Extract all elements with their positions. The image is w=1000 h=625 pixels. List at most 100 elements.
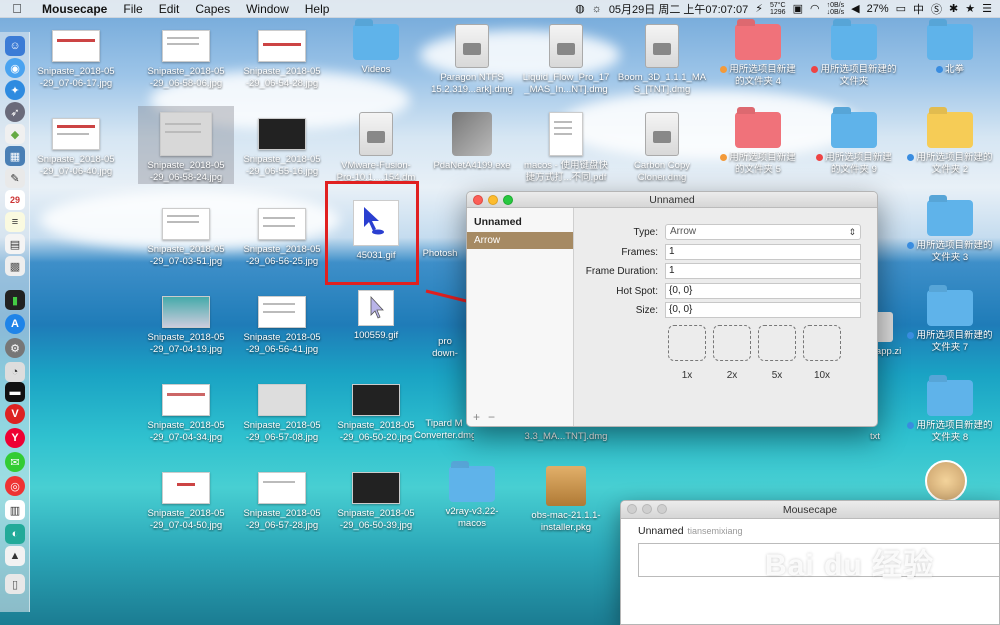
type-select[interactable]: Arrow ⇕ — [665, 224, 861, 240]
desktop-file[interactable]: 3.3_MA...TNT].dmg — [518, 427, 614, 443]
desktop-file[interactable]: Snipaste_2018-05 -29_07-04-50.jpg — [138, 472, 234, 532]
zoom-button[interactable] — [503, 195, 513, 205]
desktop-file[interactable]: Snipaste_2018-05 -29_06-56-25.jpg — [234, 208, 330, 268]
clock[interactable]: 05月29日 周二 上午07:07:07 — [609, 1, 748, 17]
desktop-file[interactable]: Liquid_Flow_Pro_17 _MAS_In...NT].dmg — [518, 24, 614, 96]
desktop-file[interactable]: Snipaste_2018-05 -29_07-03-51.jpg — [138, 208, 234, 268]
avatar-icon[interactable] — [925, 460, 967, 502]
desktop-file[interactable]: Snipaste_2018-05 -29_06-57-08.jpg — [234, 384, 330, 444]
photos-icon[interactable]: ▩ — [5, 256, 25, 276]
app-icon[interactable]: ◐ — [5, 524, 25, 544]
weibo-icon[interactable]: ◎ — [5, 476, 25, 496]
downloads-icon[interactable]: ▲ — [5, 546, 25, 566]
finder-icon[interactable]: ☺ — [5, 36, 25, 56]
desktop-file[interactable]: Snipaste_2018-05 -29_07-06-17.jpg — [28, 30, 124, 90]
trash-icon[interactable]: ▯ — [5, 574, 25, 594]
bolt-icon[interactable]: ⚡ — [755, 2, 763, 15]
calendar-icon[interactable]: 29 — [5, 190, 25, 210]
document-icon[interactable]: ▤ — [5, 234, 25, 254]
brightness-icon[interactable]: ☼ — [592, 3, 602, 15]
zoom-button[interactable] — [657, 504, 667, 514]
desktop-file[interactable]: Paragon NTFS 15.2.319...ark].dmg — [424, 24, 520, 96]
menu-file[interactable]: File — [115, 2, 150, 16]
frame-duration-field[interactable]: 1 — [665, 263, 861, 279]
menu-capes[interactable]: Capes — [187, 2, 238, 16]
notes-icon[interactable]: ✎ — [5, 168, 25, 188]
safari-icon[interactable]: ✦ — [5, 80, 25, 100]
desktop-folder[interactable]: 用所选项目新建的 文件夹 2 — [902, 112, 998, 176]
menu-app-name[interactable]: Mousecape — [34, 2, 115, 16]
wifi-icon[interactable]: ◠ — [810, 2, 820, 15]
desktop-folder[interactable]: 用所选项目新建的 文件夹 8 — [902, 380, 998, 444]
window-titlebar[interactable]: Mousecape — [621, 501, 999, 519]
desktop-file[interactable]: Snipaste_2018-05 -29_06-57-28.jpg — [234, 472, 330, 532]
star-icon[interactable]: ★ — [965, 2, 975, 15]
yandex-icon[interactable]: Y — [5, 428, 25, 448]
minimize-button[interactable] — [488, 195, 498, 205]
image-well-1x[interactable] — [668, 325, 706, 361]
cpu-stats[interactable]: 57°C 1296 — [770, 2, 786, 16]
wechat-icon[interactable]: ✉ — [5, 452, 25, 472]
list-icon[interactable]: ☰ — [982, 2, 992, 15]
desktop-folder[interactable]: 用所选项目新建的 文件夹 3 — [902, 200, 998, 264]
launchpad-icon[interactable]: ➶ — [5, 102, 25, 122]
desktop-file[interactable]: Snipaste_2018-05 -29_07-04-19.jpg — [138, 296, 234, 356]
message-icon[interactable]: ▣ — [793, 2, 803, 15]
desktop-file[interactable]: Snipaste_2018-05 -29_06-55-16.jpg — [234, 118, 330, 178]
desktop-folder[interactable]: 用所选项目新建 的文件夹 9 — [806, 112, 902, 176]
desktop-file[interactable]: Snipaste_2018-05 -29_06-58-06.jpg — [138, 30, 234, 90]
globe-icon[interactable]: ◍ — [575, 2, 585, 15]
battery-icon[interactable]: ▭ — [896, 2, 906, 15]
desktop-file[interactable]: Carbon Copy Cloner.dmg — [614, 112, 710, 184]
window-titlebar[interactable]: Unnamed — [467, 192, 877, 208]
android-icon[interactable]: ◆ — [5, 124, 25, 144]
desktop-folder[interactable]: 用所选项目新建的 文件夹 — [806, 24, 902, 88]
vivaldi-icon[interactable]: V — [5, 404, 25, 424]
desktop-file[interactable]: Snipaste_2018-05 -29_06-56-41.jpg — [234, 296, 330, 356]
desktop-folder[interactable]: 北拳 — [902, 24, 998, 76]
desktop-file-selected[interactable]: Snipaste_2018-05 -29_06-58-24.jpg — [138, 106, 234, 184]
image-well-5x[interactable] — [758, 325, 796, 361]
desktop-folder[interactable]: 用所选项目新建 的文件夹 5 — [710, 112, 806, 176]
desktop-file[interactable]: Snipaste_2018-05 -29_07-04-34.jpg — [138, 384, 234, 444]
add-cursor-button[interactable]: + — [473, 410, 480, 424]
desktop-file[interactable]: Photosh — [410, 208, 470, 260]
input-method[interactable]: 中 — [913, 1, 924, 17]
desktop-file[interactable]: obs-mac-21.1.1- installer.pkg — [518, 466, 614, 534]
menu-window[interactable]: Window — [238, 2, 297, 16]
desktop-file[interactable]: VMware-Fusion- Pro-10.1....154.dm — [328, 112, 424, 184]
battery-percent[interactable]: 27% — [867, 3, 889, 15]
remove-cursor-button[interactable]: − — [488, 410, 495, 424]
sidebar-item-arrow[interactable]: Arrow — [467, 232, 573, 249]
close-button[interactable] — [627, 504, 637, 514]
apple-menu-icon[interactable]:  — [0, 1, 34, 16]
app-store-icon[interactable]: A — [5, 314, 25, 334]
bluetooth-icon[interactable]: ✱ — [949, 2, 958, 15]
desktop-file[interactable]: macos - 使用键盘快 捷方式打...不同.pdf — [518, 112, 614, 184]
console-icon[interactable]: ▬ — [5, 382, 25, 402]
menu-edit[interactable]: Edit — [151, 2, 188, 16]
image-well-10x[interactable] — [803, 325, 841, 361]
desktop-file[interactable]: Tipard M Converter.dmg — [414, 414, 474, 442]
desktop-folder[interactable]: Videos — [328, 24, 424, 76]
hot-spot-field[interactable]: {0, 0} — [665, 283, 861, 299]
s-app-icon[interactable]: Ⓢ — [931, 1, 942, 17]
preview-icon[interactable]: ▦ — [5, 146, 25, 166]
frames-field[interactable]: 1 — [665, 244, 861, 260]
terminal-icon[interactable]: ▮ — [5, 290, 25, 310]
desktop-file[interactable]: Boom_3D_1.1.1_MA S_[TNT].dmg — [614, 24, 710, 96]
desktop-file[interactable]: Snipaste_2018-05 -29_06-50-20.jpg — [328, 384, 424, 444]
activity-monitor-icon[interactable]: ◔ — [5, 362, 25, 382]
desktop-folder[interactable]: v2ray-v3.22- macos — [424, 466, 520, 530]
desktop-file[interactable]: Snipaste_2018-05 -29_06-54-28.jpg — [234, 30, 330, 90]
system-preferences-icon[interactable]: ⚙ — [5, 338, 25, 358]
folder-stack-icon[interactable]: ▥ — [5, 500, 25, 520]
desktop-file[interactable]: PdaNetA4199.exe — [424, 112, 520, 172]
minimize-button[interactable] — [642, 504, 652, 514]
image-well-2x[interactable] — [713, 325, 751, 361]
network-stats[interactable]: ↑0B/s ↓0B/s — [827, 2, 845, 16]
desktop-folder[interactable]: 用所选项目新建的 文件夹 7 — [902, 290, 998, 354]
siri-icon[interactable]: ◉ — [5, 58, 25, 78]
desktop-folder[interactable]: 用所选项目新建 的文件夹 4 — [710, 24, 806, 88]
desktop-file[interactable]: txt — [850, 427, 900, 443]
